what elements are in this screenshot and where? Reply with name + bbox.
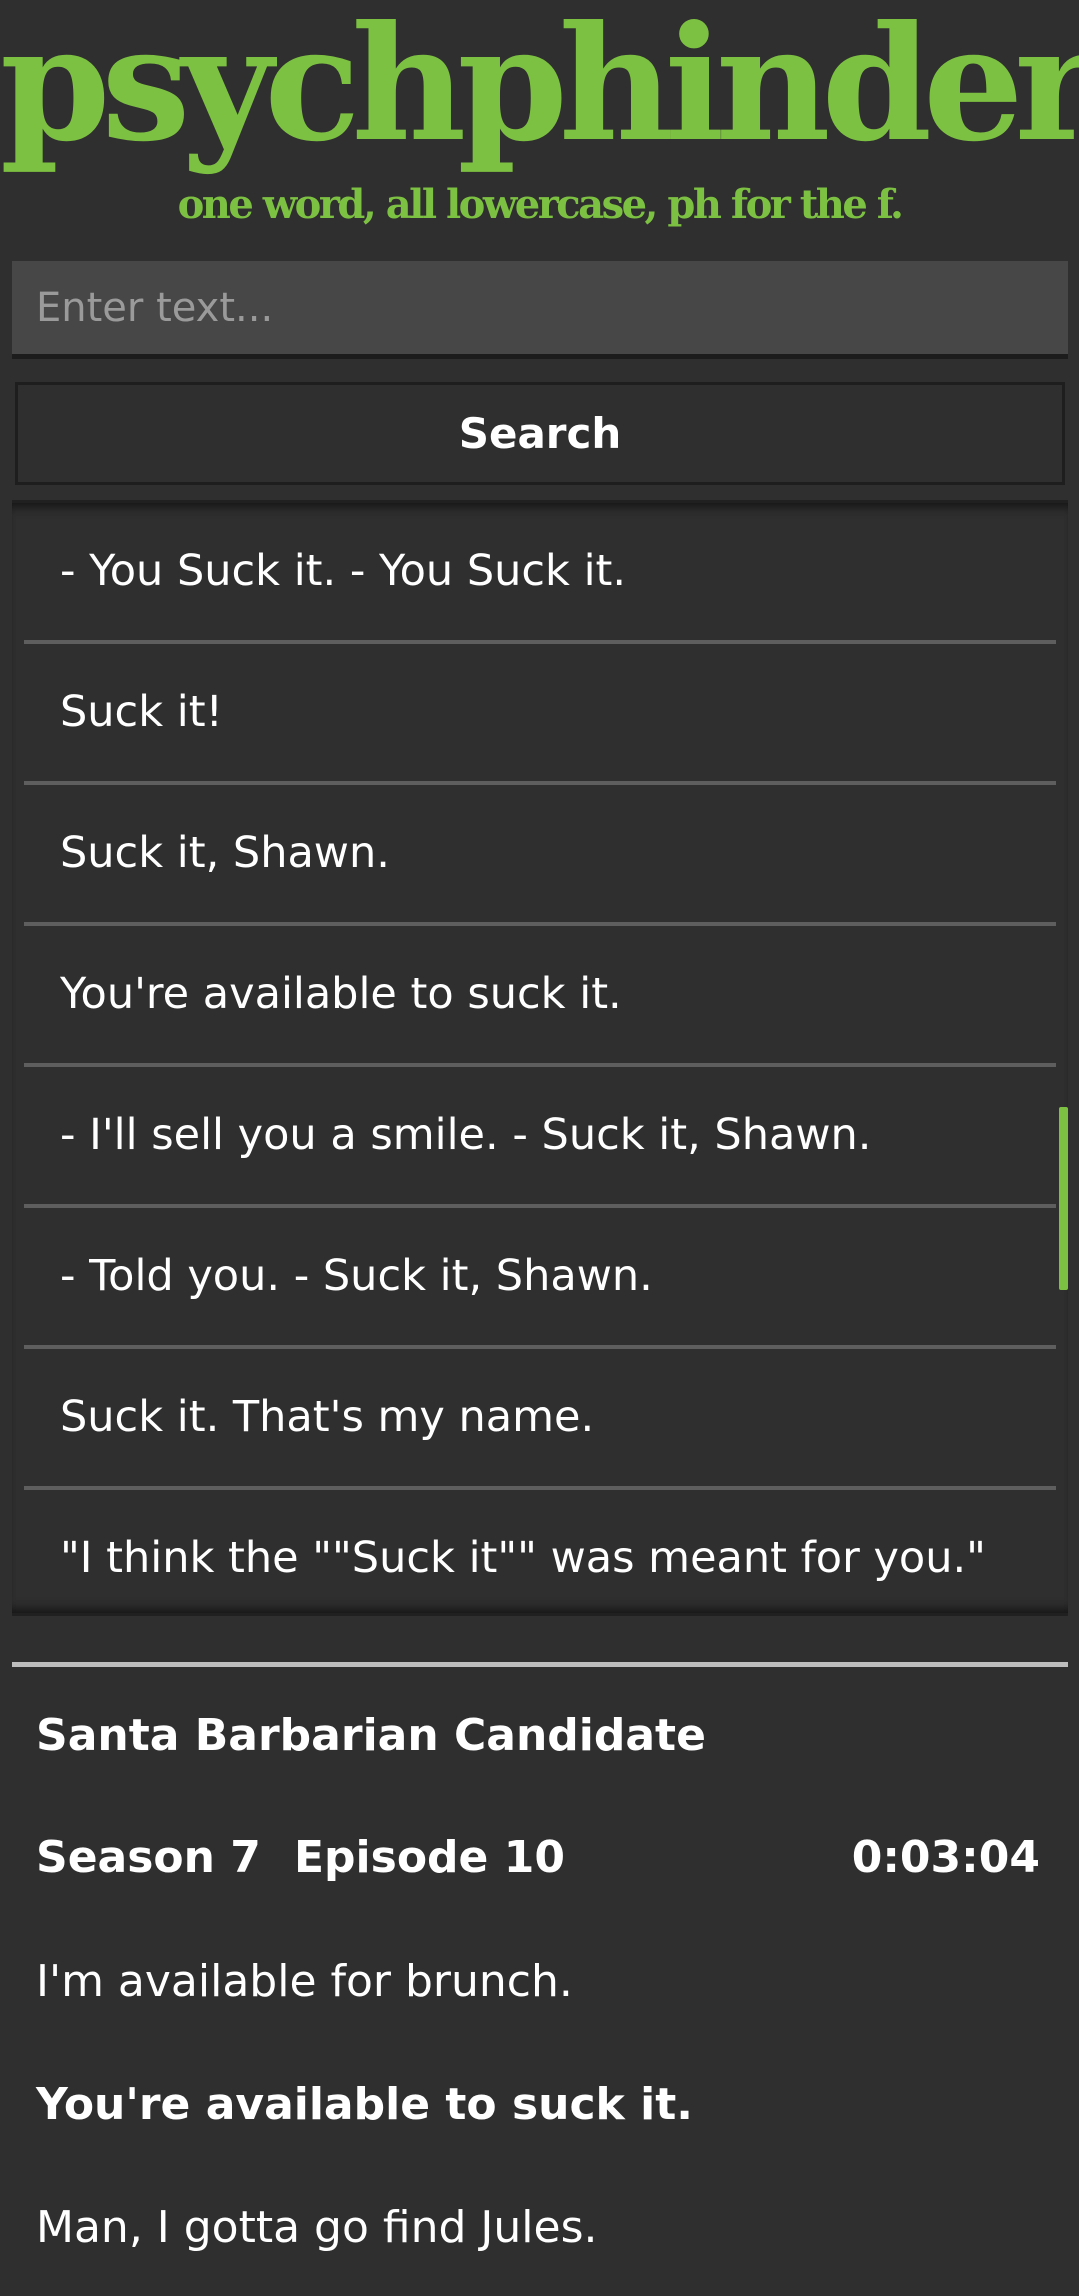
section-divider: [12, 1662, 1068, 1667]
search-input[interactable]: [12, 261, 1068, 359]
result-item-selected[interactable]: You're available to suck it.: [24, 922, 1056, 1063]
result-item[interactable]: Suck it, Shawn.: [24, 781, 1056, 922]
result-item[interactable]: - Told you. - Suck it, Shawn.: [24, 1204, 1056, 1345]
result-item[interactable]: Suck it. That's my name.: [24, 1345, 1056, 1486]
context-line-next: Man, I gotta go find Jules.: [36, 2202, 598, 2253]
results-scrollbar-thumb[interactable]: [1059, 1107, 1068, 1290]
result-item[interactable]: Suck it!: [24, 640, 1056, 781]
timestamp-label: 0:03:04: [851, 1832, 1040, 1883]
episode-title: Santa Barbarian Candidate: [36, 1710, 706, 1761]
result-item[interactable]: "I think the ""Suck it"" was meant for y…: [24, 1486, 1056, 1613]
app-logo: psychphinder: [0, 0, 1079, 177]
episode-meta: Season 7 Episode 10 0:03:04: [36, 1826, 1040, 1890]
app-tagline: one word, all lowercase, ph for the f.: [177, 181, 904, 228]
context-line-current: You're available to suck it.: [36, 2079, 693, 2130]
season-label: Season 7: [36, 1832, 261, 1883]
results-list[interactable]: - You Suck it. - You Suck it. Suck it! S…: [12, 500, 1068, 1616]
result-item[interactable]: - I'll sell you a smile. - Suck it, Shaw…: [24, 1063, 1056, 1204]
context-line-previous: I'm available for brunch.: [36, 1956, 573, 2007]
episode-label: Episode 10: [294, 1832, 565, 1883]
search-button[interactable]: Search: [15, 382, 1065, 485]
result-item[interactable]: - You Suck it. - You Suck it.: [24, 503, 1056, 640]
